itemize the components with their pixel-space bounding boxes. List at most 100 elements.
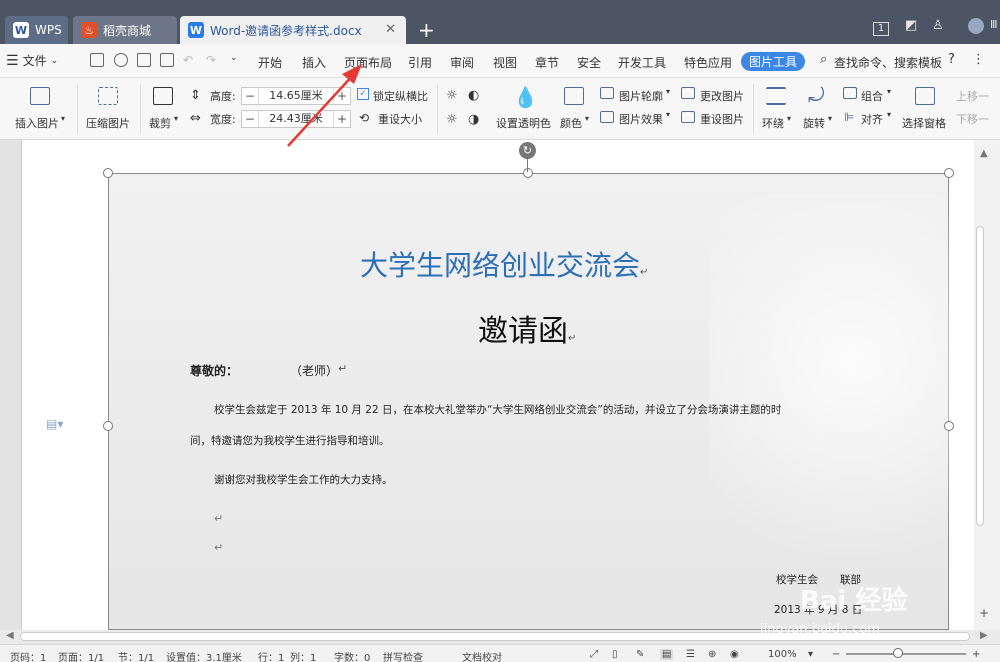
close-tab-icon[interactable]: ✕	[385, 22, 396, 37]
tab-wps[interactable]: W WPS	[5, 16, 68, 44]
reset-picture-icon[interactable]	[681, 111, 695, 123]
undo-icon[interactable]: ↶	[183, 53, 193, 67]
spell-check-button[interactable]: 拼写检查	[383, 649, 423, 662]
avatar[interactable]	[968, 18, 984, 34]
scroll-up-icon[interactable]: ▲	[980, 148, 988, 159]
wrap-icon[interactable]	[766, 87, 786, 105]
change-picture-icon[interactable]	[681, 87, 695, 99]
fullscreen-icon[interactable]: ⤢	[590, 649, 598, 660]
contrast-down-icon[interactable]: ◑	[468, 112, 479, 127]
insert-picture-icon[interactable]	[30, 87, 50, 105]
resize-handle[interactable]	[944, 168, 954, 178]
rotate-icon[interactable]: ⤾	[808, 83, 825, 107]
resize-handle[interactable]	[103, 168, 113, 178]
rotate-handle-icon[interactable]: ↻	[519, 142, 536, 159]
picture-outline-button[interactable]: 图片轮廓	[619, 88, 663, 104]
status-page-number[interactable]: 页码：1	[10, 649, 46, 662]
status-pages[interactable]: 页面：1/1	[58, 649, 104, 662]
reset-picture-button[interactable]: 重设图片	[700, 111, 744, 127]
web-view-icon[interactable]: ⊕	[708, 649, 716, 660]
status-col[interactable]: 列：1	[290, 649, 316, 662]
tab-store[interactable]: ♨ 稻壳商城	[73, 16, 177, 44]
resize-handle[interactable]	[103, 421, 113, 431]
compress-picture-button[interactable]: 压缩图片	[86, 115, 130, 131]
contrast-up-icon[interactable]: ◐	[468, 88, 479, 103]
resize-handle[interactable]	[944, 421, 954, 431]
height-decrease-button[interactable]: −	[242, 89, 258, 103]
selection-pane-icon[interactable]	[915, 87, 935, 105]
set-transparent-button[interactable]: 设置透明色	[496, 115, 551, 131]
help-button[interactable]: ?	[948, 52, 955, 67]
status-setting[interactable]: 设置值：3.1厘米	[166, 649, 242, 662]
tab-document[interactable]: W Word-邀请函参考样式.docx ✕	[180, 16, 406, 44]
status-words[interactable]: 字数：0	[334, 649, 370, 662]
search-icon[interactable]: ⌕	[820, 52, 827, 67]
tab-picture-tools[interactable]: 图片工具	[741, 52, 805, 71]
zoom-dropdown-icon[interactable]: ▾	[808, 649, 813, 660]
zoom-slider[interactable]	[846, 653, 966, 655]
save-icon[interactable]	[90, 53, 104, 67]
tab-security[interactable]: 安全	[577, 54, 601, 71]
bring-forward-button[interactable]: 上移一	[956, 88, 989, 104]
transparent-color-icon[interactable]: 💧	[513, 85, 538, 109]
picture-effect-icon[interactable]	[600, 111, 614, 123]
color-button[interactable]: 颜色	[560, 115, 582, 131]
resize-handle[interactable]	[523, 168, 533, 178]
print-icon[interactable]	[137, 53, 151, 67]
zoom-level[interactable]: 100%	[768, 649, 797, 660]
zoom-in-icon[interactable]: +	[979, 606, 989, 620]
eye-protection-icon[interactable]: ◉	[730, 649, 739, 660]
group-icon[interactable]	[843, 87, 857, 99]
scrollbar-thumb[interactable]	[976, 226, 984, 526]
change-picture-button[interactable]: 更改图片	[700, 88, 744, 104]
status-line[interactable]: 行：1	[258, 649, 284, 662]
wrap-button[interactable]: 环绕	[762, 115, 784, 131]
scroll-left-icon[interactable]: ◀	[6, 630, 14, 641]
user-name-truncated[interactable]: Ⅲ	[990, 18, 998, 31]
rotate-button[interactable]: 旋转	[803, 115, 825, 131]
tab-developer[interactable]: 开发工具	[618, 54, 666, 71]
window-count-badge[interactable]: 1	[873, 22, 889, 36]
zoom-out-icon[interactable]: −	[832, 649, 840, 660]
tab-references[interactable]: 引用	[408, 54, 432, 71]
picture-color-icon[interactable]	[564, 87, 584, 105]
file-menu[interactable]: ☰ 文件 ⌄	[6, 52, 58, 69]
tab-chapter[interactable]: 章节	[535, 54, 559, 71]
print-preview-icon[interactable]	[160, 53, 174, 67]
edit-mode-icon[interactable]: ✎	[636, 649, 644, 660]
zoom-in-icon[interactable]: +	[972, 649, 980, 660]
selection-pane-button[interactable]: 选择窗格	[902, 115, 946, 131]
more-options-button[interactable]: ⋮	[972, 52, 985, 67]
redo-icon[interactable]: ↷	[206, 53, 216, 67]
brightness-up-icon[interactable]: ☼	[446, 88, 458, 103]
quick-access-more-icon[interactable]: ⌄	[230, 53, 238, 63]
picture-outline-icon[interactable]	[600, 87, 614, 99]
skin-icon[interactable]: ◩	[905, 18, 917, 33]
vertical-scrollbar[interactable]: ▲ +	[974, 140, 1000, 630]
tab-home[interactable]: 开始	[258, 54, 282, 71]
crop-icon[interactable]	[153, 87, 173, 105]
document-proof-button[interactable]: 文档校对	[462, 649, 502, 662]
picture-effect-button[interactable]: 图片效果	[619, 111, 663, 127]
scroll-right-icon[interactable]: ▶	[980, 630, 988, 641]
tab-review[interactable]: 审阅	[450, 54, 474, 71]
group-button[interactable]: 组合	[861, 88, 883, 104]
tab-view[interactable]: 视图	[493, 54, 517, 71]
crop-button[interactable]: 裁剪	[149, 115, 171, 131]
tab-special-apps[interactable]: 特色应用	[684, 54, 732, 71]
insert-picture-button[interactable]: 插入图片	[15, 115, 59, 131]
outline-view-icon[interactable]: ☰	[686, 649, 695, 660]
align-button[interactable]: 对齐	[861, 111, 883, 127]
page-view-icon[interactable]: ▤	[660, 649, 674, 660]
format-painter-icon[interactable]	[114, 53, 128, 67]
send-backward-button[interactable]: 下移一	[956, 111, 989, 127]
status-section[interactable]: 节：1/1	[118, 649, 154, 662]
reading-mode-icon[interactable]: ▯	[612, 649, 618, 660]
zoom-slider-thumb[interactable]	[893, 648, 903, 658]
paragraph-layout-icon[interactable]: ▤▾	[46, 417, 63, 431]
command-search[interactable]: 查找命令、搜索模板	[834, 54, 942, 71]
new-tab-button[interactable]: +	[418, 18, 435, 42]
align-icon[interactable]: ⊫	[844, 110, 854, 124]
shirt-icon[interactable]: ♙	[932, 18, 944, 33]
brightness-down-icon[interactable]: ☼	[446, 112, 458, 127]
